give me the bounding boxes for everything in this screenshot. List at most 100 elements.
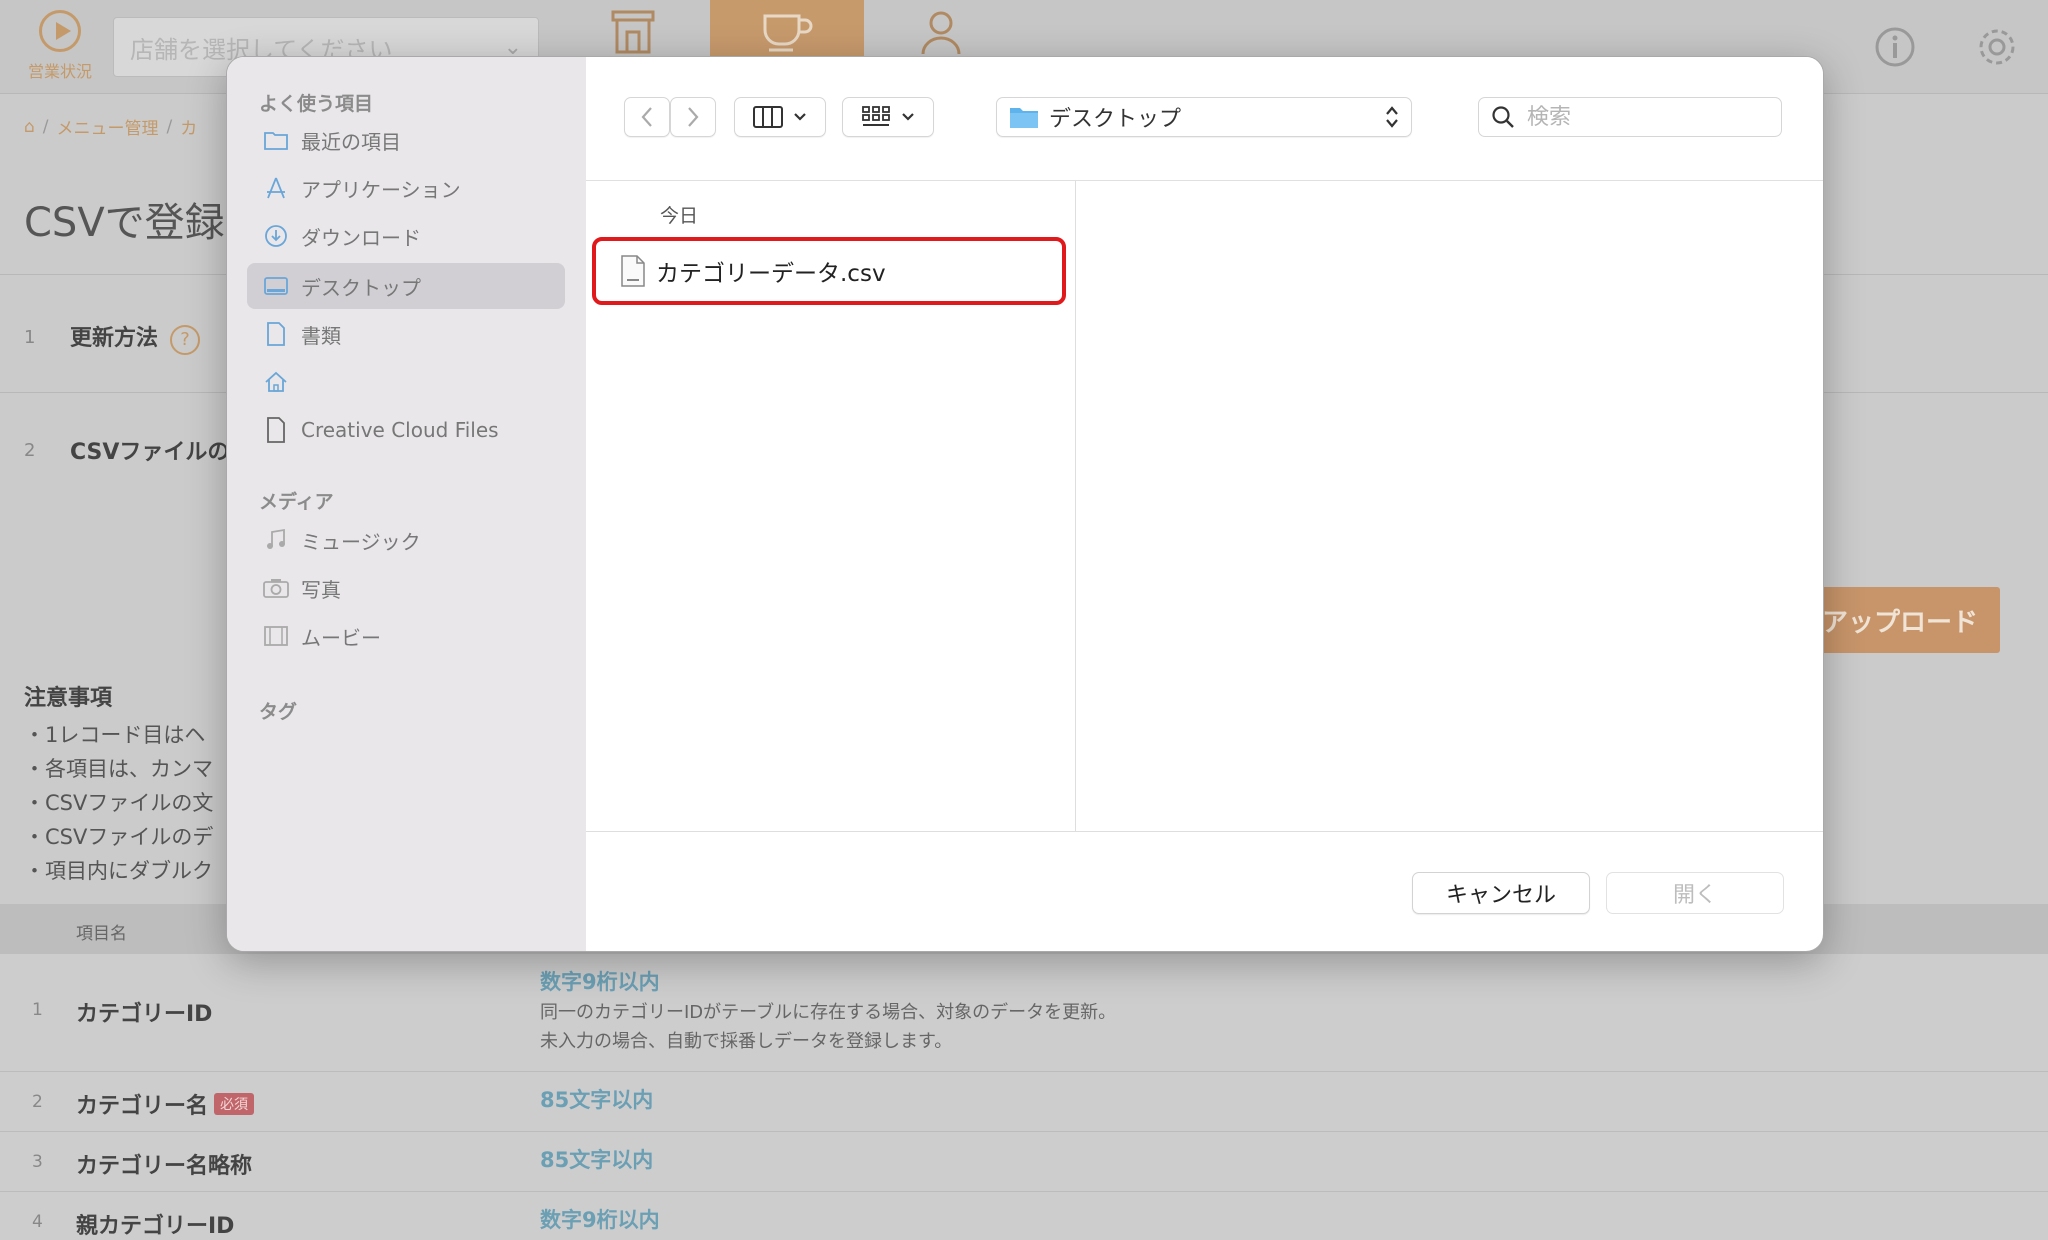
step-update-method: 1 更新方法?	[24, 320, 201, 355]
notes-title: 注意事項	[24, 686, 113, 711]
note-item: ・各項目は、カンマ	[24, 757, 213, 781]
nav-menu[interactable]	[710, 0, 864, 56]
divider	[586, 831, 1823, 832]
breadcrumb-item-menu[interactable]: メニュー管理	[57, 114, 159, 139]
sidebar-item-home[interactable]	[247, 359, 565, 405]
file-name: カテゴリーデータ.csv	[656, 261, 886, 287]
business-status-button[interactable]: 営業状況	[18, 10, 102, 82]
required-badge: 必須	[214, 1093, 255, 1115]
sidebar-item-recents[interactable]: 最近の項目	[247, 117, 565, 163]
grid-icon	[862, 106, 890, 126]
search-icon	[1492, 106, 1514, 128]
note-item: ・項目内にダブルク	[24, 859, 213, 883]
home-icon	[263, 369, 289, 395]
folder-icon	[1010, 108, 1038, 128]
location-select[interactable]: デスクトップ	[996, 97, 1412, 137]
sidebar-item-creative-cloud[interactable]: Creative Cloud Files	[247, 407, 565, 453]
row-number: 3	[32, 1152, 43, 1172]
folder-icon	[263, 127, 289, 153]
play-icon	[39, 10, 81, 52]
search-field[interactable]	[1478, 97, 1782, 137]
breadcrumb-item-category[interactable]: カ	[180, 114, 197, 139]
group-view-button[interactable]	[842, 97, 934, 137]
row-name: カテゴリーID	[76, 1002, 213, 1027]
row-rule: 数字9桁以内	[540, 1208, 660, 1232]
apps-icon	[263, 175, 289, 201]
columns-icon	[753, 106, 783, 128]
sidebar-section-tags: タグ	[259, 701, 298, 723]
sidebar-section-media: メディア	[259, 491, 334, 513]
row-rule: 数字9桁以内	[540, 970, 660, 994]
step-number: 1	[24, 327, 36, 348]
sidebar-item-documents[interactable]: 書類	[247, 311, 565, 357]
row-name: 親カテゴリーID	[76, 1214, 235, 1239]
file-item-csv[interactable]: カテゴリーデータ.csv	[592, 237, 1066, 305]
chevron-down-icon	[902, 113, 914, 121]
step-number: 2	[24, 439, 36, 461]
sidebar-item-photos[interactable]: 写真	[247, 565, 565, 611]
row-rule: 85文字以内	[540, 1148, 654, 1172]
help-icon[interactable]: ?	[170, 325, 201, 355]
home-icon[interactable]: ⌂	[24, 117, 35, 137]
cancel-button[interactable]: キャンセル	[1412, 872, 1590, 914]
upload-button[interactable]: アップロード	[1800, 587, 2000, 653]
sidebar-item-label: ムービー	[301, 625, 381, 650]
row-rule: 85文字以内	[540, 1088, 654, 1112]
dialog-sidebar: よく使う項目 最近の項目 アプリケーション ダウンロード デスクトップ 書類 C…	[227, 57, 586, 951]
step-label: 更新方法	[70, 326, 159, 351]
nav-staff[interactable]	[864, 0, 1018, 56]
business-status-label: 営業状況	[27, 62, 92, 81]
column-header-item-name: 項目名	[76, 924, 127, 944]
breadcrumb: ⌂ / メニュー管理 / カ	[24, 114, 197, 140]
row-name: カテゴリー名 必須	[76, 1088, 255, 1120]
back-button[interactable]	[624, 97, 670, 137]
note-item: ・CSVファイルの文	[24, 791, 214, 815]
row-number: 1	[32, 1000, 43, 1020]
location-label: デスクトップ	[1049, 107, 1182, 132]
search-input[interactable]	[1527, 104, 1747, 130]
sidebar-item-label: 最近の項目	[301, 129, 401, 154]
file-icon	[263, 417, 289, 443]
column-view-button[interactable]	[734, 97, 826, 137]
sidebar-item-music[interactable]: ミュージック	[247, 517, 565, 563]
step-csv-file: 2 CSVファイルの	[24, 434, 229, 466]
film-icon	[263, 623, 289, 649]
sidebar-item-label: ミュージック	[301, 529, 421, 554]
row-number: 4	[32, 1212, 43, 1232]
file-open-dialog: よく使う項目 最近の項目 アプリケーション ダウンロード デスクトップ 書類 C…	[226, 56, 1824, 952]
date-group-label: 今日	[660, 205, 699, 227]
sidebar-item-downloads[interactable]: ダウンロード	[247, 213, 565, 259]
note-item: ・1レコード目はヘ	[24, 723, 206, 747]
chevron-down-icon	[794, 113, 806, 121]
sidebar-item-desktop[interactable]: デスクトップ	[247, 263, 565, 309]
csv-file-icon	[621, 255, 645, 287]
file-browser-column: 今日 カテゴリーデータ.csv	[586, 181, 1076, 831]
forward-button[interactable]	[670, 97, 716, 137]
page-title: CSVで登録	[24, 200, 225, 246]
chevron-left-icon	[641, 107, 652, 127]
updown-chevron-icon	[1386, 106, 1398, 128]
sidebar-item-movies[interactable]: ムービー	[247, 613, 565, 659]
sidebar-item-label: 写真	[301, 577, 341, 602]
sidebar-item-label: 書類	[301, 323, 341, 348]
sidebar-item-label: Creative Cloud Files	[301, 418, 499, 442]
camera-icon	[263, 575, 289, 601]
open-button[interactable]: 開く	[1606, 872, 1784, 914]
chevron-right-icon	[688, 107, 699, 127]
table-row: 3 カテゴリー名略称 85文字以内	[0, 1132, 2048, 1192]
store-icon	[611, 10, 655, 54]
sidebar-section-favorites: よく使う項目	[259, 93, 374, 115]
gear-icon[interactable]	[1976, 26, 2018, 68]
info-icon[interactable]	[1874, 26, 1916, 68]
notes-list: ・1レコード目はヘ ・各項目は、カンマ ・CSVファイルの文 ・CSVファイルの…	[24, 718, 213, 888]
sidebar-item-label: ダウンロード	[301, 225, 421, 250]
row-description: 同一のカテゴリーIDがテーブルに存在する場合、対象のデータを更新。 未入力の場合…	[540, 1002, 1117, 1052]
row-name: カテゴリー名略称	[76, 1154, 253, 1179]
table-row: 2 カテゴリー名 必須 85文字以内	[0, 1072, 2048, 1132]
sidebar-item-applications[interactable]: アプリケーション	[247, 165, 565, 211]
row-number: 2	[32, 1092, 43, 1112]
download-icon	[263, 223, 289, 249]
table-row: 1 カテゴリーID 数字9桁以内 同一のカテゴリーIDがテーブルに存在する場合、…	[0, 954, 2048, 1072]
note-item: ・CSVファイルのデ	[24, 825, 214, 849]
nav-store[interactable]	[556, 0, 710, 56]
